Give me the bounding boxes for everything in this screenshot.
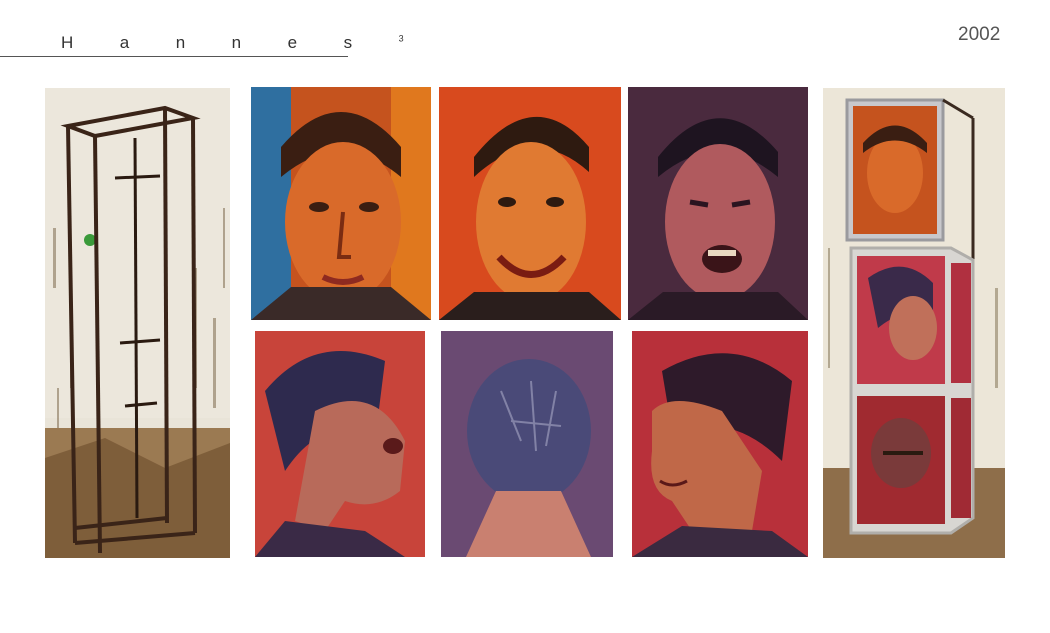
title-superscript: 3 bbox=[398, 33, 404, 44]
frame-sculpture-with-paintings bbox=[823, 88, 1005, 558]
portrait-frontal-shouting-purple bbox=[628, 87, 808, 320]
portrait-profile-left-smiling bbox=[632, 331, 808, 557]
empty-metal-frame-sculpture bbox=[45, 88, 230, 558]
title-text: Hannes bbox=[61, 33, 399, 52]
title-underline bbox=[0, 56, 348, 57]
year-label: 2002 bbox=[958, 24, 1001, 45]
page-title: Hannes3 bbox=[61, 33, 404, 53]
portrait-frontal-blue-orange bbox=[251, 87, 431, 320]
portrait-frontal-smiling-red bbox=[439, 87, 621, 320]
portrait-profile-left-shouting bbox=[255, 331, 425, 557]
portrait-back-of-head bbox=[441, 331, 613, 557]
